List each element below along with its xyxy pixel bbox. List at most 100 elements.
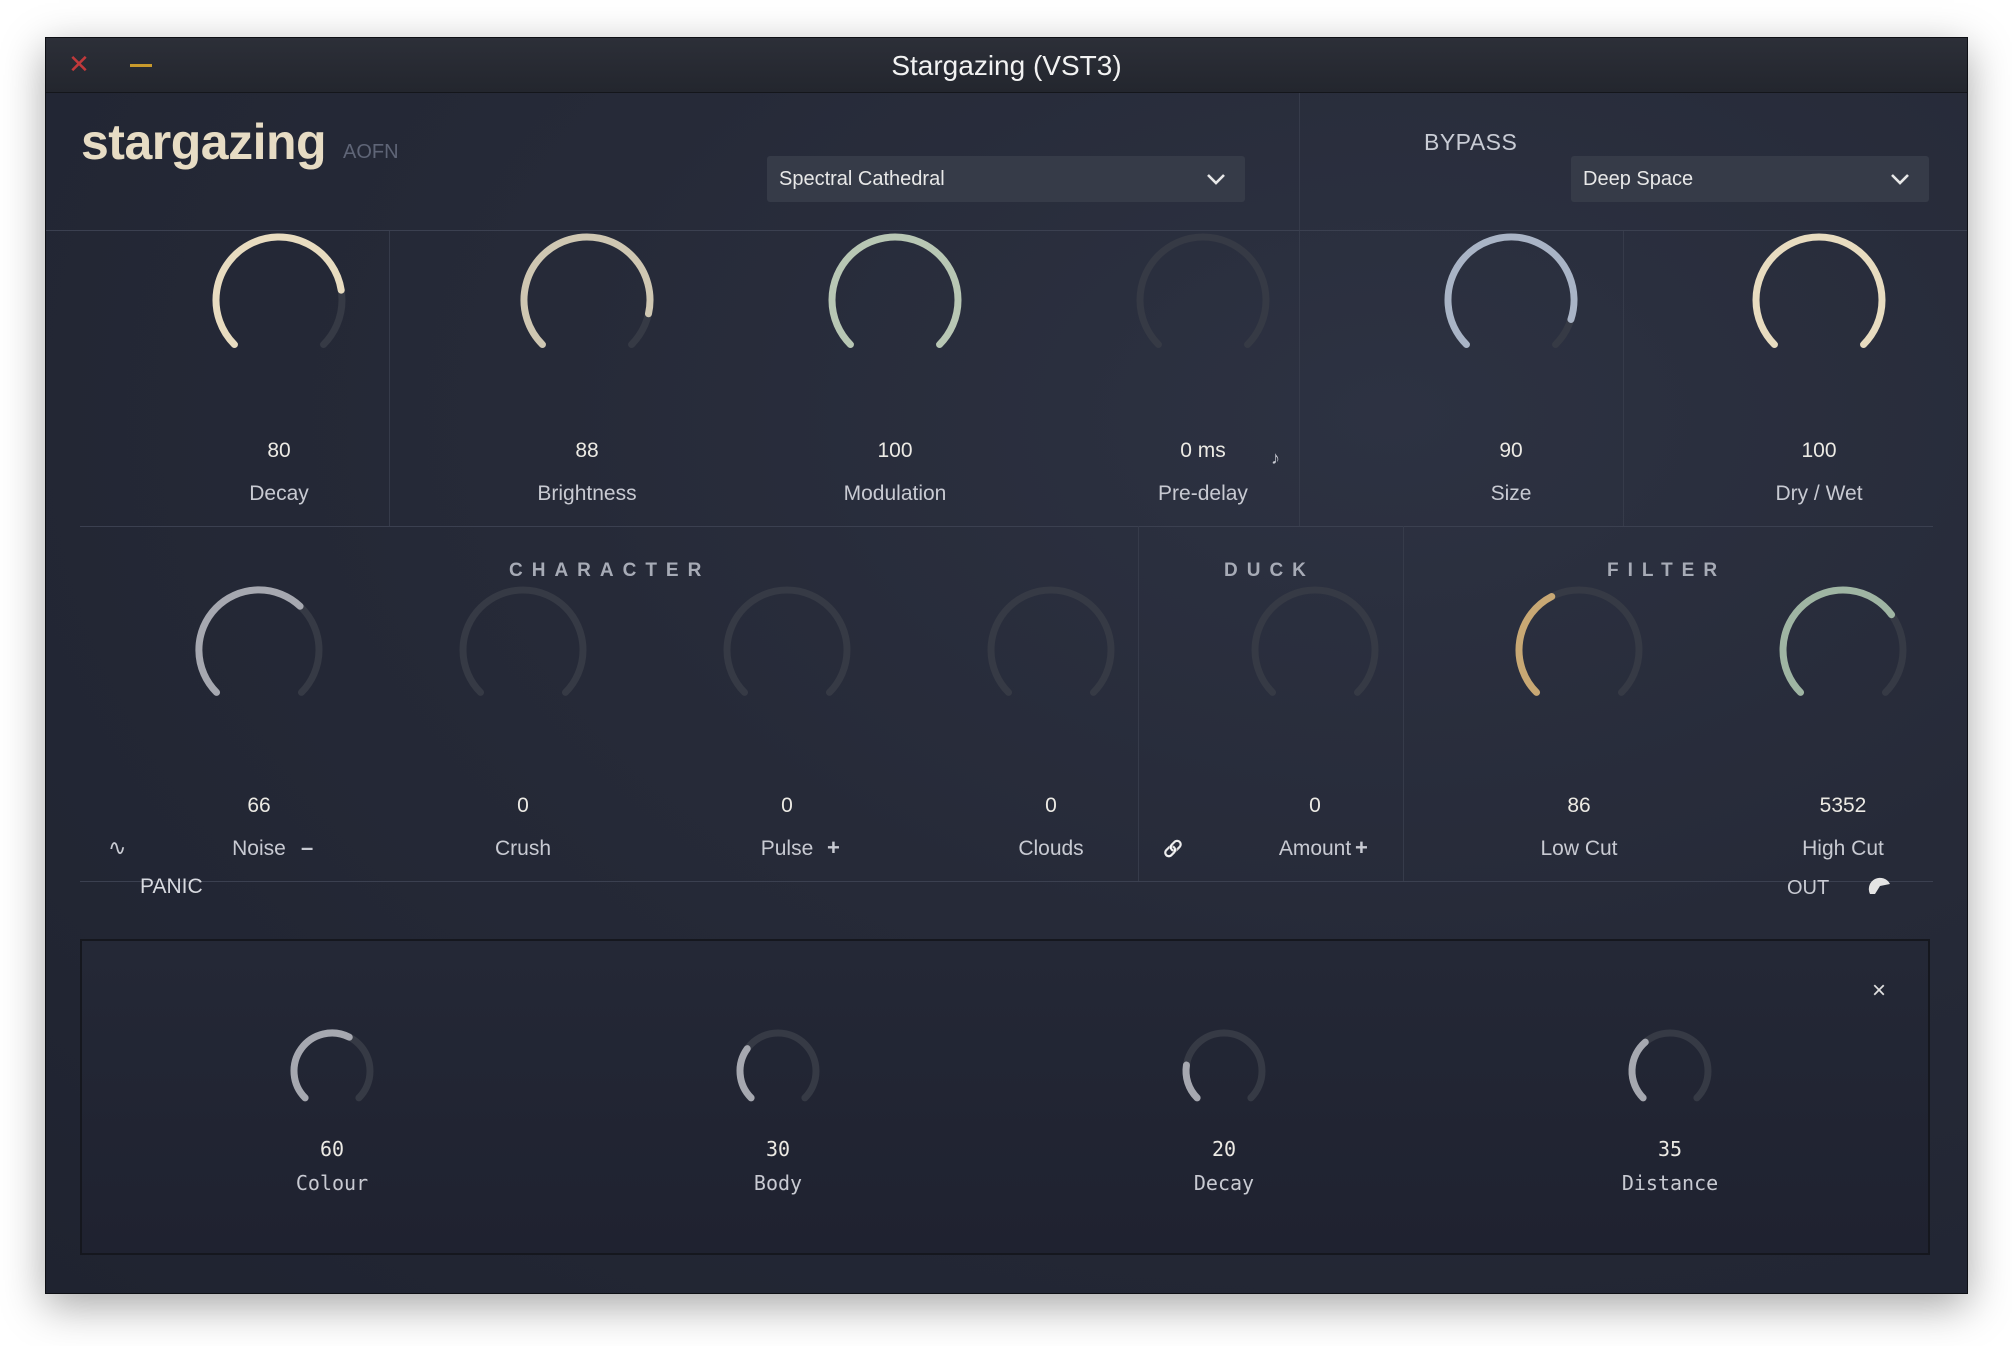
size-knob[interactable]: 90 Size: [1386, 225, 1636, 515]
output-label: OUT: [1787, 877, 1830, 899]
knob-label: Distance: [1621, 1171, 1719, 1195]
knob-label: Dry / Wet: [1775, 482, 1863, 505]
knob-value: 5352: [1819, 794, 1867, 817]
knob-value-arc: [212, 233, 345, 349]
decay-knob[interactable]: 80 Decay: [154, 225, 404, 515]
knob-dial[interactable]: [1174, 1021, 1274, 1121]
knob-value: 66: [247, 794, 271, 817]
filter-section-title: FILTER: [1607, 560, 1727, 581]
body-knob[interactable]: 30 Body: [678, 1021, 878, 1221]
high-cut-knob[interactable]: 5352 High Cut: [1728, 580, 1958, 870]
knob-label: Clouds: [1018, 837, 1084, 860]
brand-vendor: AOFN: [343, 141, 399, 163]
knob-value: 0: [1045, 794, 1057, 817]
knob-track: [459, 586, 587, 696]
knob-label: Body: [753, 1171, 803, 1195]
knob-dial[interactable]: [1436, 225, 1586, 375]
knob-label: High Cut: [1802, 837, 1884, 860]
knob-dial[interactable]: [820, 225, 970, 375]
modulation-knob[interactable]: 100 Modulation: [770, 225, 1020, 515]
panic-button[interactable]: PANIC: [140, 875, 203, 899]
character-section-title: CHARACTER: [509, 560, 711, 581]
knob-value: 80: [267, 439, 291, 462]
brand-logo: stargazing: [81, 114, 327, 170]
mode-selected: Deep Space: [1583, 168, 1694, 190]
brightness-knob[interactable]: 88 Brightness: [462, 225, 712, 515]
mode-dropdown[interactable]: Deep Space: [1571, 156, 1929, 202]
distance-knob[interactable]: 35 Distance: [1570, 1021, 1770, 1221]
knob-label: Amount: [1278, 837, 1352, 860]
knob-value-arc: [1515, 593, 1556, 696]
knob-dial[interactable]: [282, 1021, 382, 1121]
knob-value-arc: [736, 1045, 755, 1102]
low-cut-knob[interactable]: 86 Low Cut: [1464, 580, 1694, 870]
space-decay-knob[interactable]: 20 Decay: [1124, 1021, 1324, 1221]
knob-dial[interactable]: [204, 225, 354, 375]
knob-dial[interactable]: [981, 580, 1121, 720]
dry-wet-knob[interactable]: 100 Dry / Wet: [1694, 225, 1944, 515]
knob-value: 20: [1211, 1137, 1237, 1161]
plugin-window: ✕ Stargazing (VST3) stargazing AOFN Spec…: [45, 37, 1968, 1294]
knob-dial[interactable]: [1245, 580, 1385, 720]
knob-dial[interactable]: [1509, 580, 1649, 720]
knob-value: 100: [877, 439, 913, 462]
knob-track: [1251, 586, 1379, 696]
knob-value-arc: [1444, 233, 1578, 349]
duck-amount-knob[interactable]: 0 Amount: [1200, 580, 1430, 870]
knob-value-arc: [1779, 586, 1896, 696]
title-bar: ✕ Stargazing (VST3): [46, 38, 1967, 93]
noise-knob[interactable]: 66 Noise: [144, 580, 374, 870]
knob-track: [723, 586, 851, 696]
knob-dial[interactable]: [1128, 225, 1278, 375]
knob-label: Brightness: [537, 482, 637, 505]
knob-value: 0: [517, 794, 529, 817]
knob-value-arc: [828, 233, 962, 349]
noise-minus-icon[interactable]: –: [301, 837, 313, 859]
pre-delay-knob[interactable]: 0 ms Pre-delay: [1078, 225, 1328, 515]
knob-dial[interactable]: [728, 1021, 828, 1121]
knob-dial[interactable]: [1744, 225, 1894, 375]
clouds-knob[interactable]: 0 Clouds: [936, 580, 1166, 870]
knob-label: Pulse: [760, 837, 814, 860]
knob-value: 90: [1499, 439, 1523, 462]
knob-value: 30: [765, 1137, 791, 1161]
knob-value: 0: [781, 794, 793, 817]
duck-plus-icon[interactable]: +: [1355, 837, 1368, 859]
knob-value: 35: [1657, 1137, 1683, 1161]
knob-value: 88: [575, 439, 599, 462]
chevron-down-icon: [1207, 174, 1225, 185]
tempo-sync-icon[interactable]: ♪: [1271, 447, 1280, 469]
knob-track: [987, 586, 1115, 696]
knob-dial[interactable]: [512, 225, 662, 375]
knob-value-arc: [1752, 233, 1886, 349]
knob-label: Noise: [232, 837, 286, 860]
noise-wave-icon[interactable]: ∿: [108, 837, 126, 859]
knob-track: [1182, 1029, 1266, 1102]
knob-value-arc: [520, 233, 654, 349]
link-icon[interactable]: 🔗: [1163, 839, 1183, 861]
knob-label: Modulation: [843, 482, 947, 505]
knob-track: [736, 1029, 820, 1102]
colour-knob[interactable]: 60 Colour: [232, 1021, 432, 1221]
pulse-knob[interactable]: 0 Pulse: [672, 580, 902, 870]
knob-dial[interactable]: [1620, 1021, 1720, 1121]
knob-value: 86: [1567, 794, 1591, 817]
knob-dial[interactable]: [1773, 580, 1913, 720]
preset-dropdown[interactable]: Spectral Cathedral: [767, 156, 1245, 202]
bypass-button[interactable]: BYPASS: [1424, 129, 1517, 156]
knob-label: Crush: [494, 837, 552, 860]
knob-dial[interactable]: [717, 580, 857, 720]
window-title: Stargazing (VST3): [891, 50, 1122, 81]
knob-dial[interactable]: [189, 580, 329, 720]
knob-dial[interactable]: [453, 580, 593, 720]
chevron-down-icon: [1891, 174, 1909, 185]
output-meter-icon[interactable]: [1867, 873, 1893, 899]
knob-track: [1136, 233, 1270, 349]
space-panel: × 60 Colour 30 Body 20 Decay 35 Distance: [80, 939, 1930, 1255]
close-icon[interactable]: ×: [1872, 977, 1886, 1005]
crush-knob[interactable]: 0 Crush: [408, 580, 638, 870]
knob-value-arc: [1628, 1038, 1649, 1102]
knob-value-arc: [1182, 1061, 1201, 1102]
pulse-plus-icon[interactable]: +: [827, 837, 840, 859]
knob-value: 0: [1309, 794, 1321, 817]
